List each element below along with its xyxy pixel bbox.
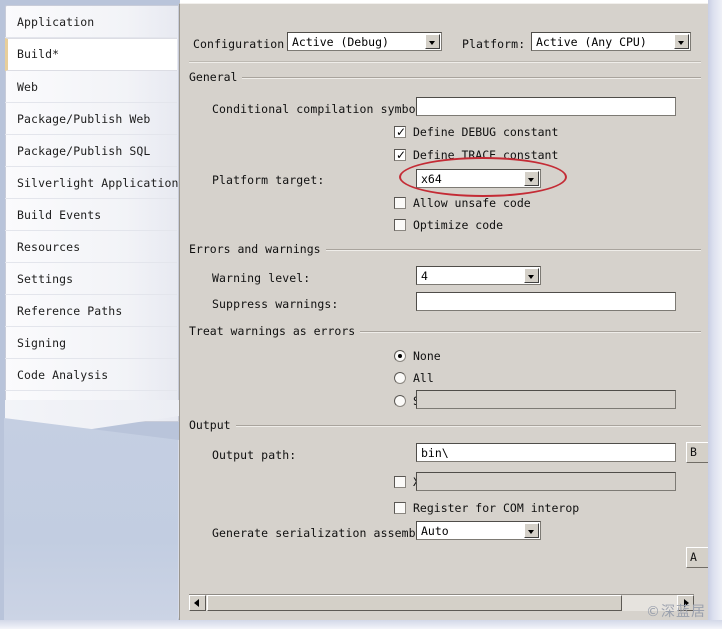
register-com-label: Register for COM interop bbox=[413, 501, 580, 515]
treat-warnings-group-header: Treat warnings as errors bbox=[189, 324, 701, 338]
define-debug-label: Define DEBUG constant bbox=[413, 125, 559, 139]
errors-warnings-group-label: Errors and warnings bbox=[189, 242, 326, 256]
platform-combo[interactable]: Active (Any CPU) bbox=[531, 32, 691, 51]
checkbox-icon[interactable]: ✓ bbox=[394, 149, 406, 161]
chevron-down-icon[interactable] bbox=[524, 268, 539, 283]
sidebar-nav-list: Application Build* Web Package/Publish W… bbox=[5, 6, 185, 391]
define-trace-label: Define TRACE constant bbox=[413, 148, 559, 162]
sidebar-item-label: Signing bbox=[17, 336, 67, 350]
treat-warnings-group-label: Treat warnings as errors bbox=[189, 324, 361, 338]
sidebar-item-label: Build Events bbox=[17, 208, 102, 222]
platform-combo-value: Active (Any CPU) bbox=[536, 35, 647, 49]
conditional-symbols-label: Conditional compilation symbols: bbox=[212, 102, 437, 116]
sidebar-backdrop bbox=[4, 418, 179, 622]
sidebar-item-package-publish-sql[interactable]: Package/Publish SQL bbox=[5, 135, 177, 167]
radio-icon[interactable] bbox=[394, 395, 406, 407]
output-path-value: bin\ bbox=[421, 446, 449, 460]
output-group-label: Output bbox=[189, 418, 236, 432]
output-path-label: Output path: bbox=[212, 448, 297, 462]
sidebar-item-resources[interactable]: Resources bbox=[5, 231, 177, 263]
output-path-input[interactable]: bin\ bbox=[416, 443, 676, 462]
suppress-warnings-label: Suppress warnings: bbox=[212, 297, 339, 311]
general-group-header: General bbox=[189, 70, 701, 84]
sidebar-item-label: Settings bbox=[17, 272, 74, 286]
sidebar: Application Build* Web Package/Publish W… bbox=[0, 0, 185, 629]
sidebar-item-label: Package/Publish Web bbox=[17, 112, 151, 126]
treat-warnings-all-label: All bbox=[413, 371, 434, 385]
chevron-down-icon[interactable] bbox=[524, 523, 539, 538]
sidebar-item-reference-paths[interactable]: Reference Paths bbox=[5, 295, 177, 327]
sidebar-item-web[interactable]: Web bbox=[5, 71, 177, 103]
xml-documentation-input[interactable] bbox=[416, 472, 676, 491]
sidebar-item-label: Resources bbox=[17, 240, 81, 254]
serialization-assembly-value: Auto bbox=[421, 524, 449, 538]
serialization-assembly-label: Generate serialization assembly: bbox=[212, 526, 437, 540]
sidebar-item-settings[interactable]: Settings bbox=[5, 263, 177, 295]
chevron-down-icon[interactable] bbox=[425, 34, 440, 49]
platform-label: Platform: bbox=[462, 37, 526, 51]
checkbox-icon[interactable] bbox=[394, 219, 406, 231]
configuration-combo-value: Active (Debug) bbox=[292, 35, 389, 49]
errors-warnings-group-header: Errors and warnings bbox=[189, 242, 701, 256]
platform-target-combo[interactable]: x64 bbox=[416, 169, 541, 188]
checkbox-icon[interactable] bbox=[394, 502, 406, 514]
suppress-warnings-input[interactable] bbox=[416, 292, 676, 311]
output-group-header: Output bbox=[189, 418, 701, 432]
checkbox-icon[interactable]: ✓ bbox=[394, 126, 406, 138]
checkbox-icon[interactable] bbox=[394, 197, 406, 209]
build-settings-panel: Configuration: Active (Debug) Platform: … bbox=[179, 3, 712, 622]
conditional-symbols-input[interactable] bbox=[416, 97, 676, 116]
configuration-combo[interactable]: Active (Debug) bbox=[287, 32, 442, 51]
warning-level-combo[interactable]: 4 bbox=[416, 266, 541, 285]
chevron-down-icon[interactable] bbox=[524, 171, 539, 186]
sidebar-item-application[interactable]: Application bbox=[5, 6, 177, 38]
specific-warnings-input[interactable] bbox=[416, 390, 676, 409]
platform-target-label: Platform target: bbox=[212, 173, 325, 187]
optimize-code-label: Optimize code bbox=[413, 218, 504, 232]
horizontal-scrollbar[interactable] bbox=[189, 594, 694, 611]
checkbox-icon[interactable] bbox=[394, 476, 406, 488]
radio-icon[interactable] bbox=[394, 372, 406, 384]
window-bottom-edge bbox=[0, 620, 722, 629]
sidebar-item-label: Code Analysis bbox=[17, 368, 109, 382]
sidebar-item-label: Application bbox=[17, 15, 95, 29]
treat-warnings-none-label: None bbox=[413, 349, 441, 363]
configuration-label: Configuration: bbox=[193, 37, 292, 51]
allow-unsafe-label: Allow unsafe code bbox=[413, 196, 531, 210]
sidebar-item-label: Web bbox=[17, 80, 39, 94]
project-properties-window: Application Build* Web Package/Publish W… bbox=[0, 0, 722, 629]
sidebar-item-silverlight-applications[interactable]: Silverlight Applications bbox=[5, 167, 185, 199]
scroll-left-arrow-icon[interactable] bbox=[189, 595, 206, 611]
watermark: ©深蓝居 bbox=[646, 604, 706, 620]
warning-level-label: Warning level: bbox=[212, 271, 311, 285]
sidebar-item-label: Build* bbox=[17, 47, 60, 61]
radio-icon[interactable] bbox=[394, 350, 406, 362]
toolbar-divider bbox=[189, 61, 701, 63]
serialization-assembly-combo[interactable]: Auto bbox=[416, 521, 541, 540]
sidebar-item-signing[interactable]: Signing bbox=[5, 327, 177, 359]
platform-target-value: x64 bbox=[421, 172, 442, 186]
sidebar-item-package-publish-web[interactable]: Package/Publish Web bbox=[5, 103, 177, 135]
sidebar-item-build[interactable]: Build* bbox=[5, 38, 177, 71]
warning-level-value: 4 bbox=[421, 269, 428, 283]
general-group-label: General bbox=[189, 70, 243, 84]
sidebar-item-label: Reference Paths bbox=[17, 304, 123, 318]
chevron-down-icon[interactable] bbox=[674, 34, 689, 49]
sidebar-item-label: Silverlight Applications bbox=[17, 176, 186, 190]
window-right-edge bbox=[708, 0, 722, 629]
sidebar-item-label: Package/Publish SQL bbox=[17, 144, 151, 158]
sidebar-item-code-analysis[interactable]: Code Analysis bbox=[5, 359, 177, 391]
sidebar-item-build-events[interactable]: Build Events bbox=[5, 199, 177, 231]
scrollbar-thumb[interactable] bbox=[207, 595, 622, 611]
